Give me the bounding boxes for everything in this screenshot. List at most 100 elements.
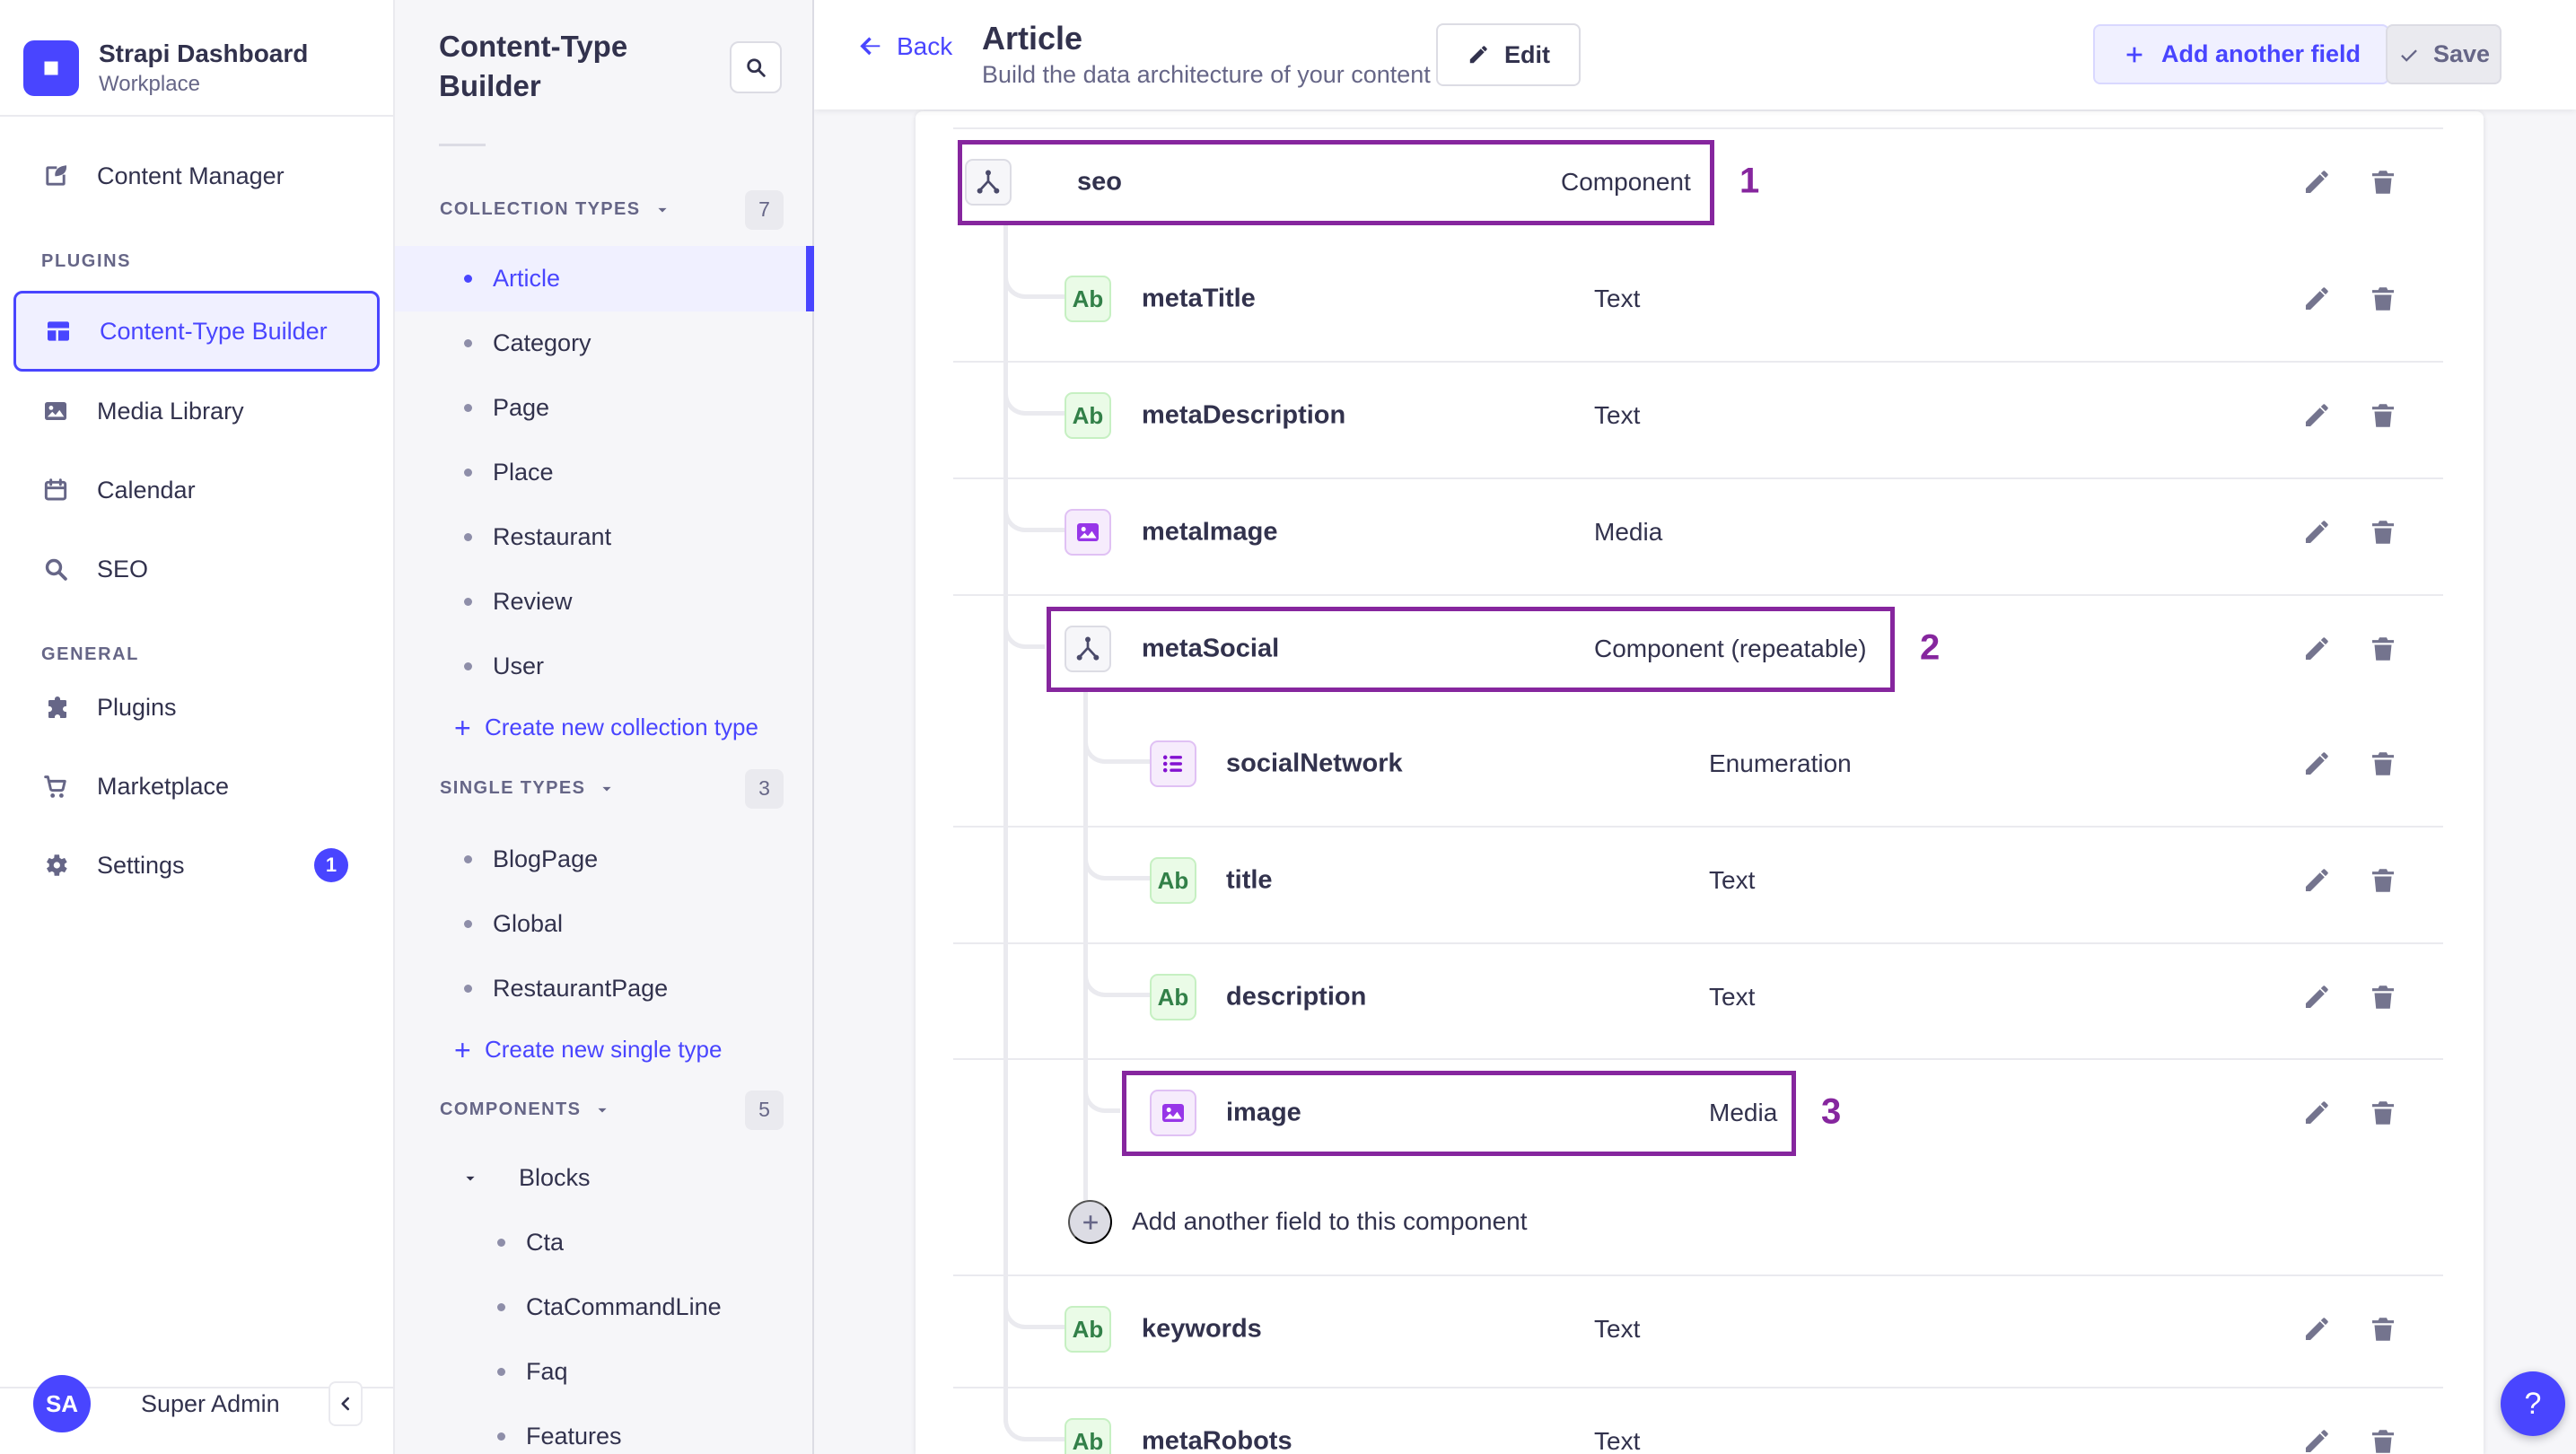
- delete-field-button[interactable]: [2366, 1424, 2400, 1454]
- edit-field-button[interactable]: [2300, 1096, 2334, 1130]
- delete-field-button[interactable]: [2366, 1096, 2400, 1130]
- add-field-to-component-label[interactable]: Add another field to this component: [1132, 1207, 1528, 1236]
- save-button[interactable]: Save: [2386, 24, 2502, 84]
- delete-field-button[interactable]: [2366, 1312, 2400, 1346]
- plus-icon: [2122, 42, 2147, 67]
- sidebar-item-restaurantpage[interactable]: RestaurantPage: [395, 956, 814, 1021]
- item-label: Restaurant: [493, 523, 612, 550]
- edit-button[interactable]: Edit: [1436, 23, 1581, 86]
- item-label: BlogPage: [493, 845, 599, 872]
- delete-field-button[interactable]: [2366, 515, 2400, 549]
- ctb-sidebar: Content-Type Builder COLLECTION TYPES 7 Ar…: [395, 0, 814, 1454]
- collapse-sidebar-button[interactable]: [329, 1381, 363, 1426]
- search-button[interactable]: [730, 41, 782, 93]
- app-title: Strapi Dashboard: [99, 39, 309, 67]
- field-type: Text: [1594, 1315, 1641, 1343]
- sidebar-item-content-manager[interactable]: Content Manager: [0, 136, 393, 215]
- bullet-icon: [464, 469, 472, 477]
- sidebar-item-user[interactable]: User: [395, 634, 814, 699]
- sidebar-item-article[interactable]: Article: [395, 246, 814, 311]
- text-icon: Ab: [1150, 857, 1196, 904]
- component-group-blocks[interactable]: Blocks: [395, 1145, 814, 1211]
- add-field-label: Add another field: [2161, 40, 2361, 67]
- sidebar-item-label: Calendar: [97, 476, 196, 504]
- field-name: metaDescription: [1142, 400, 1346, 430]
- tree-branch-line: [1003, 1400, 1065, 1441]
- chevron-down-icon: [461, 1169, 479, 1187]
- bullet-icon: [464, 275, 472, 283]
- delete-field-button[interactable]: [2366, 747, 2400, 781]
- annotation-box-1: [958, 140, 1714, 225]
- field-name: keywords: [1142, 1314, 1262, 1344]
- row-separator: [953, 127, 2443, 129]
- edit-field-button[interactable]: [2300, 1312, 2334, 1346]
- collection-types-heading[interactable]: COLLECTION TYPES 7: [395, 177, 814, 242]
- edit-field-button[interactable]: [2300, 515, 2334, 549]
- bullet-icon: [464, 920, 472, 928]
- edit-field-button[interactable]: [2300, 980, 2334, 1014]
- sidebar-item-media-library[interactable]: Media Library: [0, 372, 393, 451]
- help-button[interactable]: ?: [2501, 1371, 2565, 1436]
- field-type: Enumeration: [1709, 749, 1852, 777]
- sidebar-item-features[interactable]: Features: [395, 1404, 814, 1454]
- row-separator: [953, 594, 2443, 596]
- pencil-icon: [1467, 43, 1490, 66]
- row-separator: [953, 1058, 2443, 1060]
- edit-field-button[interactable]: [2300, 747, 2334, 781]
- row-separator: [953, 361, 2443, 363]
- sidebar-item-category[interactable]: Category: [395, 311, 814, 376]
- sidebar-item-review[interactable]: Review: [395, 569, 814, 635]
- bullet-icon: [464, 855, 472, 863]
- sidebar-item-restaurant[interactable]: Restaurant: [395, 504, 814, 570]
- sidebar-item-label: Settings: [97, 851, 185, 879]
- delete-field-button[interactable]: [2366, 165, 2400, 199]
- sidebar-item-plugins[interactable]: Plugins: [0, 668, 393, 747]
- row-separator: [953, 1274, 2443, 1276]
- sidebar-item-place[interactable]: Place: [395, 440, 814, 505]
- single-types-heading[interactable]: SINGLE TYPES 3: [395, 756, 814, 821]
- sidebar-item-blogpage[interactable]: BlogPage: [395, 827, 814, 892]
- field-type: Text: [1594, 1427, 1641, 1454]
- back-link[interactable]: Back: [855, 32, 952, 61]
- sidebar-item-global[interactable]: Global: [395, 891, 814, 957]
- delete-field-button[interactable]: [2366, 399, 2400, 433]
- edit-field-button[interactable]: [2300, 165, 2334, 199]
- sidebar-item-ctacommandline[interactable]: CtaCommandLine: [395, 1274, 814, 1340]
- components-heading[interactable]: COMPONENTS 5: [395, 1077, 814, 1143]
- delete-field-button[interactable]: [2366, 863, 2400, 898]
- item-label: CtaCommandLine: [526, 1293, 722, 1320]
- add-field-to-component-button[interactable]: [1068, 1200, 1112, 1244]
- save-label: Save: [2432, 40, 2491, 67]
- row-separator: [953, 942, 2443, 944]
- item-label: User: [493, 653, 545, 679]
- sidebar-item-settings[interactable]: Settings 1: [0, 826, 393, 905]
- edit-field-button[interactable]: [2300, 632, 2334, 666]
- workspace-name: Workplace: [99, 72, 200, 96]
- edit-field-button[interactable]: [2300, 282, 2334, 316]
- sidebar-item-content-type-builder[interactable]: Content-Type Builder: [13, 291, 380, 372]
- action-label: Create new collection type: [485, 714, 758, 740]
- sidebar-item-page[interactable]: Page: [395, 375, 814, 441]
- field-type: Text: [1594, 285, 1641, 312]
- create-create-new-single-type-link[interactable]: + Create new single type: [395, 1017, 814, 1082]
- field-type: Media: [1594, 518, 1663, 546]
- add-another-field-button[interactable]: Add another field: [2093, 24, 2389, 84]
- item-label: Cta: [526, 1229, 565, 1256]
- sidebar-item-marketplace[interactable]: Marketplace: [0, 747, 393, 826]
- field-type: Text: [1709, 866, 1756, 894]
- sidebar-item-seo[interactable]: SEO: [0, 530, 393, 609]
- edit-field-button[interactable]: [2300, 1424, 2334, 1454]
- sidebar-item-cta[interactable]: Cta: [395, 1210, 814, 1275]
- delete-field-button[interactable]: [2366, 282, 2400, 316]
- sidebar-item-calendar[interactable]: Calendar: [0, 451, 393, 530]
- edit-field-button[interactable]: [2300, 399, 2334, 433]
- create-create-new-collection-type-link[interactable]: + Create new collection type: [395, 695, 814, 760]
- avatar[interactable]: SA: [33, 1375, 91, 1432]
- delete-field-button[interactable]: [2366, 632, 2400, 666]
- sidebar-item-faq[interactable]: Faq: [395, 1339, 814, 1405]
- bullet-icon: [464, 662, 472, 670]
- delete-field-button[interactable]: [2366, 980, 2400, 1014]
- edit-field-button[interactable]: [2300, 863, 2334, 898]
- item-label: Category: [493, 329, 591, 356]
- bullet-icon: [497, 1303, 505, 1311]
